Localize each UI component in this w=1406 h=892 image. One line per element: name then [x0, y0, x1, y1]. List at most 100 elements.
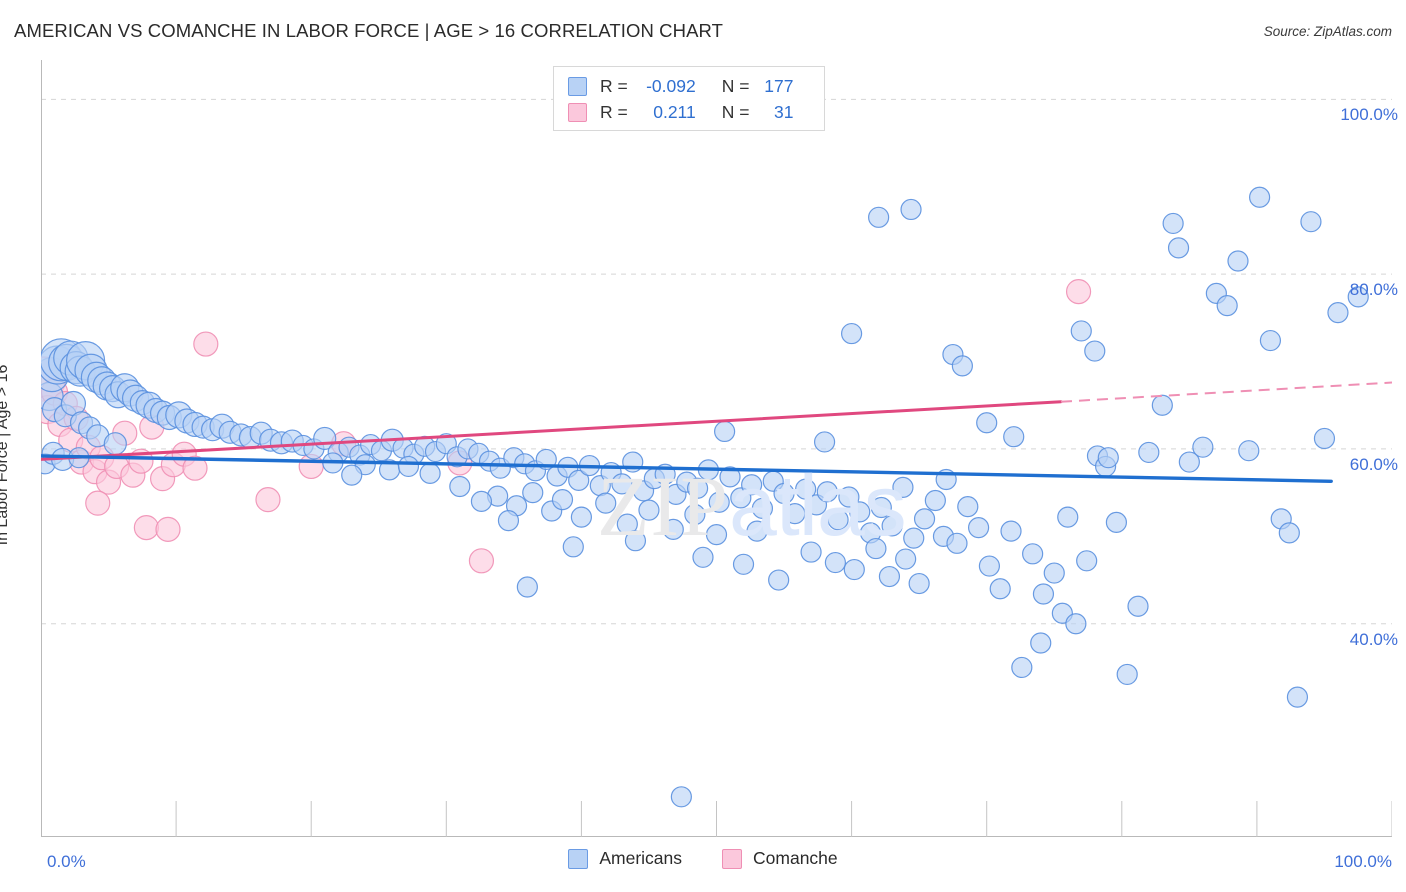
data-point[interactable]: [692, 546, 714, 568]
data-point[interactable]: [903, 527, 925, 549]
data-point[interactable]: [638, 499, 660, 521]
data-point[interactable]: [103, 432, 127, 456]
data-point[interactable]: [1065, 279, 1092, 305]
data-point[interactable]: [900, 198, 922, 221]
data-point[interactable]: [1011, 656, 1033, 679]
data-point[interactable]: [1084, 340, 1106, 362]
data-point[interactable]: [1192, 436, 1214, 458]
legend-swatch-comanche: [568, 102, 587, 122]
data-point[interactable]: [951, 355, 973, 377]
data-point[interactable]: [85, 490, 111, 516]
data-point[interactable]: [708, 491, 730, 513]
data-point[interactable]: [470, 490, 493, 512]
data-point[interactable]: [1327, 301, 1349, 324]
data-point[interactable]: [1248, 186, 1271, 208]
data-point[interactable]: [784, 503, 806, 525]
data-point[interactable]: [397, 455, 420, 478]
data-point[interactable]: [133, 515, 159, 541]
data-point[interactable]: [705, 523, 728, 546]
data-point[interactable]: [881, 515, 903, 537]
data-point[interactable]: [768, 569, 790, 591]
data-point[interactable]: [878, 565, 901, 588]
data-point[interactable]: [468, 548, 495, 574]
data-point[interactable]: [868, 206, 890, 228]
data-point[interactable]: [741, 474, 763, 496]
data-point[interactable]: [908, 572, 930, 595]
data-point[interactable]: [751, 497, 774, 519]
data-point[interactable]: [946, 532, 968, 554]
data-point[interactable]: [562, 536, 584, 558]
y-axis-title: In Labor Force | Age > 16: [0, 364, 11, 546]
data-point[interactable]: [824, 551, 846, 574]
data-point[interactable]: [840, 322, 863, 345]
data-point[interactable]: [662, 518, 684, 540]
data-point[interactable]: [155, 516, 181, 542]
data-point[interactable]: [746, 520, 768, 542]
data-point[interactable]: [1259, 329, 1282, 352]
data-point[interactable]: [816, 481, 838, 503]
data-point[interactable]: [1167, 237, 1190, 259]
data-point[interactable]: [497, 510, 520, 532]
data-point[interactable]: [1238, 440, 1260, 462]
data-point[interactable]: [1070, 320, 1092, 342]
data-point[interactable]: [1286, 686, 1309, 708]
data-point[interactable]: [516, 576, 538, 598]
data-point[interactable]: [1313, 427, 1336, 450]
legend-item-americans[interactable]: Americans: [568, 848, 682, 869]
data-point[interactable]: [989, 578, 1011, 600]
data-point[interactable]: [1097, 447, 1119, 469]
data-point[interactable]: [341, 464, 363, 486]
data-point[interactable]: [773, 482, 795, 505]
data-point[interactable]: [1043, 562, 1065, 584]
data-point[interactable]: [684, 503, 706, 526]
data-point[interactable]: [419, 462, 441, 485]
data-point[interactable]: [1057, 506, 1079, 528]
data-point[interactable]: [870, 496, 892, 519]
data-point[interactable]: [1300, 211, 1322, 233]
data-point[interactable]: [1216, 295, 1238, 317]
data-point[interactable]: [976, 412, 998, 434]
data-point[interactable]: [624, 530, 647, 552]
data-point[interactable]: [913, 508, 936, 530]
data-point[interactable]: [1278, 522, 1300, 544]
data-point[interactable]: [843, 558, 865, 581]
data-point[interactable]: [895, 548, 917, 570]
data-point[interactable]: [924, 489, 946, 512]
data-point[interactable]: [1022, 543, 1044, 565]
data-point[interactable]: [449, 475, 471, 498]
data-point[interactable]: [595, 492, 617, 514]
data-point[interactable]: [813, 431, 836, 453]
data-point[interactable]: [967, 517, 990, 539]
data-point[interactable]: [865, 537, 887, 560]
data-point[interactable]: [827, 509, 849, 531]
data-point[interactable]: [1227, 250, 1249, 272]
data-point[interactable]: [611, 473, 633, 495]
data-point[interactable]: [1030, 632, 1052, 654]
data-point[interactable]: [732, 553, 755, 575]
data-point[interactable]: [978, 555, 1001, 577]
data-point[interactable]: [1003, 426, 1025, 448]
data-point[interactable]: [193, 331, 219, 357]
data-point[interactable]: [800, 541, 822, 563]
legend-item-comanche[interactable]: Comanche: [722, 848, 838, 869]
data-point[interactable]: [1127, 595, 1149, 617]
data-point[interactable]: [1105, 511, 1128, 533]
data-point[interactable]: [1065, 613, 1087, 635]
data-point[interactable]: [686, 477, 709, 499]
data-point[interactable]: [570, 506, 593, 528]
data-point[interactable]: [1162, 212, 1184, 235]
data-point[interactable]: [1116, 663, 1138, 686]
data-point[interactable]: [957, 496, 979, 518]
data-point[interactable]: [714, 420, 736, 443]
data-point[interactable]: [892, 476, 914, 498]
data-point[interactable]: [255, 487, 281, 513]
data-point[interactable]: [522, 482, 544, 504]
data-point[interactable]: [1032, 583, 1055, 605]
data-point[interactable]: [1076, 550, 1098, 572]
data-point[interactable]: [1138, 441, 1160, 464]
data-point[interactable]: [670, 786, 692, 808]
data-point[interactable]: [849, 501, 871, 523]
data-point[interactable]: [1000, 520, 1022, 542]
data-point[interactable]: [551, 489, 574, 511]
data-point[interactable]: [1151, 394, 1173, 416]
